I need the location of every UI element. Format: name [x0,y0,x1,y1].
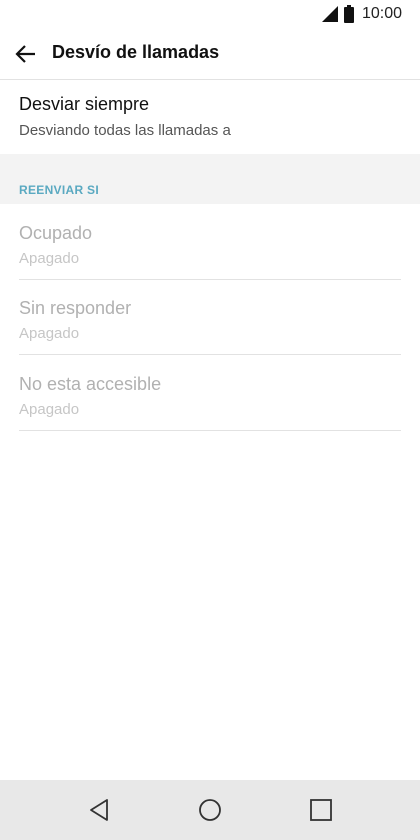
always-forward-subtitle: Desviando todas las llamadas a [19,122,231,139]
page-title: Desvío de llamadas [52,42,220,62]
list-item-subtitle: Apagado [19,250,80,267]
signal-icon [321,6,338,22]
call-forwarding-screen: 10:00 Desvío de llamadas Desviar siempre… [0,0,420,840]
always-forward-item[interactable]: Desviar siempre Desviando todas las llam… [0,80,420,154]
list-item-subtitle: Apagado [19,401,80,418]
list-item-title: No esta accesible [19,374,162,394]
list-item-title: Ocupado [19,223,93,243]
nav-recents-icon[interactable] [308,797,334,823]
navigation-bar [0,780,420,840]
status-time: 10:00 [361,5,402,22]
forward-if-no-answer-item[interactable]: Sin responder Apagado [0,280,420,355]
app-bar: Desvío de llamadas [0,30,420,78]
section-header: REENVIAR SI [19,183,99,197]
list-item-subtitle: Apagado [19,325,80,342]
forward-if-busy-item[interactable]: Ocupado Apagado [0,205,420,280]
section-band: REENVIAR SI [0,154,420,204]
list-item-title: Sin responder [19,298,132,318]
nav-back-icon[interactable] [87,797,113,823]
list-divider [19,430,401,431]
always-forward-title: Desviar siempre [19,94,150,114]
forward-if-unreachable-item[interactable]: No esta accesible Apagado [0,356,420,431]
list-divider [19,354,401,355]
battery-icon [343,5,354,23]
nav-home-icon[interactable] [197,797,223,823]
status-icons: 10:00 [321,5,402,23]
status-bar: 10:00 [0,0,420,30]
back-arrow-icon[interactable] [14,42,38,66]
